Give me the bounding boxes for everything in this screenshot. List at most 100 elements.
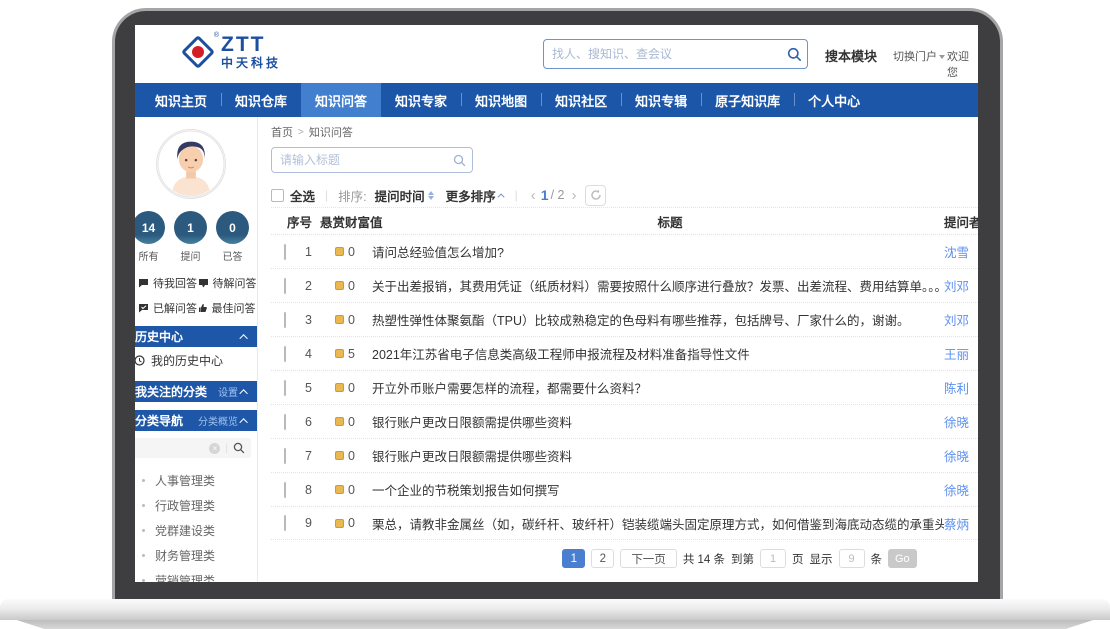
category-item-hr[interactable]: 人事管理类 [135, 468, 257, 493]
more-sort-button[interactable]: 更多排序 [446, 186, 496, 205]
search-icon[interactable] [446, 154, 472, 167]
table-row: 5 0 开立外币账户需要怎样的流程，都需要什么资料？ 陈利 [271, 370, 978, 404]
search-icon[interactable] [233, 442, 245, 454]
page-button-2[interactable]: 2 [591, 549, 614, 568]
category-overview-link[interactable]: 分类概览 [198, 413, 238, 428]
breadcrumb-home[interactable]: 首页 [271, 124, 293, 140]
table-row: 3 0 热塑性弹性体聚氨酯（TPU）比较成熟稳定的色母料有哪些推荐，包括牌号、厂… [271, 302, 978, 336]
caret-up-icon [497, 193, 504, 200]
screen: ® ZTT 中天科技 搜本模块 [135, 25, 978, 582]
speech-bubble-check-icon [138, 303, 149, 313]
category-item-admin[interactable]: 行政管理类 [135, 493, 257, 518]
question-title-link[interactable]: 关于出差报销，其费用凭证（纸质材料）需要按照什么顺序进行叠放？发票、出差流程、费… [372, 276, 944, 295]
col-reward-header: 悬赏财富值 [320, 212, 396, 231]
search-module-button[interactable]: 搜本模块 [825, 46, 877, 65]
row-checkbox[interactable] [284, 244, 286, 260]
asker-link[interactable]: 徐晓 [944, 412, 978, 431]
nav-item-knowledge-qa[interactable]: 知识问答 [301, 83, 381, 117]
row-checkbox[interactable] [284, 312, 286, 328]
coin-icon [335, 383, 344, 392]
question-title-link[interactable]: 银行账户更改日限额需提供哪些资料 [372, 446, 944, 465]
question-title-link[interactable]: 一个企业的节税策划报告如何撰写 [372, 480, 944, 499]
ztt-logo: ® ZTT 中天科技 [183, 34, 281, 69]
global-search-input[interactable] [544, 47, 781, 61]
question-title-link[interactable]: 2021年江苏省电子信息类高级工程师申报流程及材料准备指导性文件 [372, 344, 944, 363]
link-unsolved-qa[interactable]: 待解问答 [198, 275, 258, 291]
asker-link[interactable]: 徐晓 [944, 446, 978, 465]
question-title-link[interactable]: 开立外币账户需要怎样的流程，都需要什么资料？ [372, 378, 944, 397]
asker-link[interactable]: 陈利 [944, 378, 978, 397]
category-item-marketing[interactable]: 营销管理类 [135, 568, 257, 582]
category-item-party[interactable]: 党群建设类 [135, 518, 257, 543]
stat-asked-count[interactable]: 1 [174, 211, 207, 244]
history-center-header[interactable]: 历史中心 [135, 326, 257, 347]
chevron-up-icon [239, 418, 247, 426]
title-search [271, 147, 473, 173]
row-checkbox[interactable] [284, 346, 286, 362]
stat-all-count[interactable]: 14 [135, 211, 165, 244]
followed-categories-header[interactable]: 我关注的分类 设置 [135, 381, 257, 402]
select-all-label[interactable]: 全选 [290, 186, 315, 205]
settings-link[interactable]: 设置 [218, 384, 238, 399]
title-search-input[interactable] [272, 153, 446, 167]
my-history-link[interactable]: 我的历史中心 [135, 347, 257, 373]
nav-item-knowledge-home[interactable]: 知识主页 [141, 83, 221, 117]
question-title-link[interactable]: 栗总，请教非金属丝（如，碳纤杆、玻纤杆）铠装缆端头固定原理方式，如何借鉴到海底动… [372, 514, 944, 533]
brand-name-cn: 中天科技 [221, 57, 281, 69]
question-title-link[interactable]: 热塑性弹性体聚氨酯（TPU）比较成熟稳定的色母料有哪些推荐，包括牌号、厂家什么的… [372, 310, 944, 329]
select-all-checkbox[interactable] [271, 189, 284, 202]
asker-link[interactable]: 蔡炳 [944, 514, 978, 533]
page-size-input[interactable] [839, 549, 865, 568]
category-nav-header[interactable]: 分类导航 分类概览 [135, 410, 257, 431]
switch-portal-button[interactable]: 切换门户 [893, 48, 945, 64]
welcome-text: 欢迎您 [947, 48, 978, 80]
laptop-base-edge [0, 620, 1110, 629]
refresh-button[interactable] [585, 185, 606, 206]
link-solved-qa[interactable]: 已解问答 [138, 300, 198, 316]
table-header: 序号 悬赏财富值 标题 提问者 [271, 207, 978, 234]
nav-item-knowledge-album[interactable]: 知识专辑 [621, 83, 701, 117]
asker-link[interactable]: 刘邓 [944, 310, 978, 329]
search-icon[interactable] [781, 47, 807, 62]
question-title-link[interactable]: 请问总经验值怎么增加? [372, 242, 944, 261]
clear-icon[interactable]: × [209, 443, 220, 454]
asker-link[interactable]: 沈雪 [944, 242, 978, 261]
asker-link[interactable]: 徐晓 [944, 480, 978, 499]
row-checkbox[interactable] [284, 482, 286, 498]
nav-item-atomic-kb[interactable]: 原子知识库 [701, 83, 794, 117]
coin-icon [335, 417, 344, 426]
row-checkbox[interactable] [284, 515, 286, 531]
nav-item-personal-center[interactable]: 个人中心 [794, 83, 874, 117]
coin-icon [335, 485, 344, 494]
goto-page-input[interactable] [760, 549, 786, 568]
link-best-qa[interactable]: 最佳问答 [198, 300, 258, 316]
stat-answered-label: 已答 [216, 248, 249, 263]
nav-item-knowledge-expert[interactable]: 知识专家 [381, 83, 461, 117]
nav-item-knowledge-repo[interactable]: 知识仓库 [221, 83, 301, 117]
page-button-1[interactable]: 1 [562, 549, 585, 568]
asker-link[interactable]: 刘邓 [944, 276, 978, 295]
link-await-my-answer[interactable]: 待我回答 [138, 275, 198, 291]
row-checkbox[interactable] [284, 278, 286, 294]
row-checkbox[interactable] [284, 448, 286, 464]
sort-field-button[interactable]: 提问时间 [375, 186, 425, 205]
sort-arrows-icon[interactable] [428, 191, 434, 200]
row-checkbox[interactable] [284, 380, 286, 396]
category-list: 人事管理类 行政管理类 党群建设类 财务管理类 营销管理类 [135, 468, 257, 582]
row-checkbox[interactable] [284, 414, 286, 430]
go-button[interactable]: Go [888, 549, 917, 568]
prev-page-arrow[interactable]: ‹ [528, 187, 539, 204]
table-row: 4 5 2021年江苏省电子信息类高级工程师申报流程及材料准备指导性文件 王丽 [271, 336, 978, 370]
speech-bubble-icon [198, 278, 209, 288]
next-page-button[interactable]: 下一页 [620, 549, 677, 568]
asker-link[interactable]: 王丽 [944, 344, 978, 363]
coin-icon [335, 349, 344, 358]
nav-item-knowledge-community[interactable]: 知识社区 [541, 83, 621, 117]
nav-item-knowledge-map[interactable]: 知识地图 [461, 83, 541, 117]
category-search[interactable]: × | [135, 438, 251, 458]
question-title-link[interactable]: 银行账户更改日限额需提供哪些资料 [372, 412, 944, 431]
category-item-finance[interactable]: 财务管理类 [135, 543, 257, 568]
next-page-arrow[interactable]: › [568, 187, 579, 204]
stat-answered-count[interactable]: 0 [216, 211, 249, 244]
avatar[interactable] [156, 129, 226, 199]
